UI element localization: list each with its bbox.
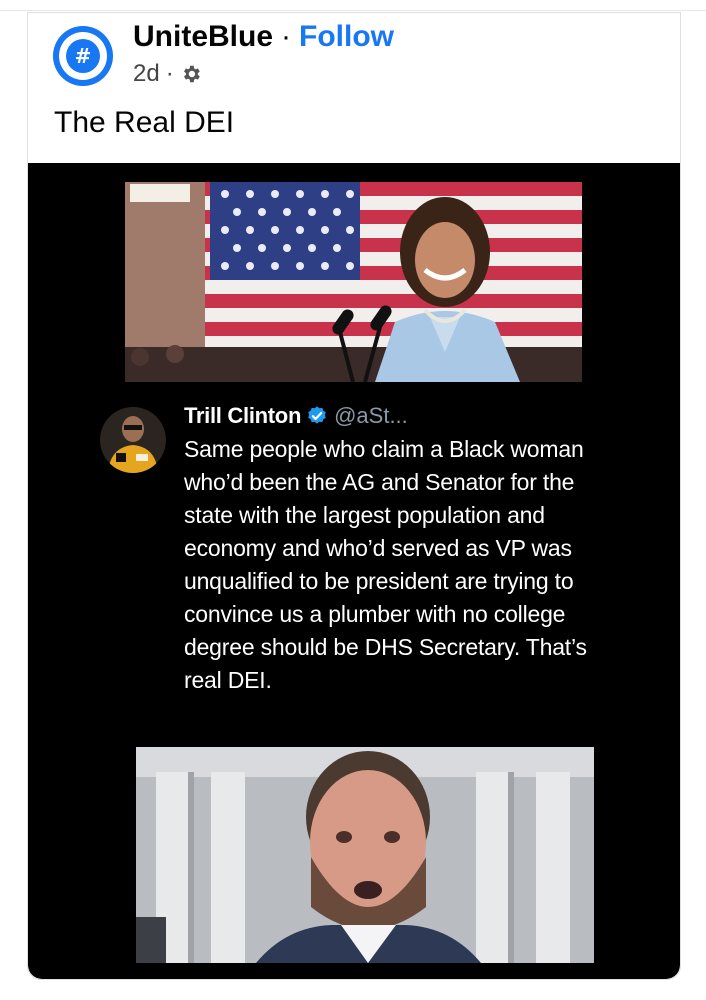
post-caption: The Real DEI xyxy=(54,106,235,139)
post-title-row: UniteBlue · Follow xyxy=(133,17,394,57)
follow-button[interactable]: Follow xyxy=(299,20,394,54)
post-timestamp[interactable]: 2d xyxy=(133,60,160,88)
speaker-photo xyxy=(125,182,582,382)
gear-icon[interactable] xyxy=(180,63,202,85)
tweet-author-avatar[interactable] xyxy=(100,407,166,473)
meta-separator: · xyxy=(165,60,174,87)
verified-badge-icon xyxy=(308,406,326,424)
tweet-header: Trill Clinton @aSt... xyxy=(184,401,408,431)
facebook-post-card: # UniteBlue · Follow 2d · The Real DEI T… xyxy=(27,12,681,980)
title-separator: · xyxy=(281,20,292,53)
post-meta: 2d · xyxy=(133,59,202,89)
group-hashtag-icon[interactable]: # xyxy=(53,26,113,86)
tweet-handle[interactable]: @aSt... xyxy=(334,403,408,429)
tweet-author-name[interactable]: Trill Clinton xyxy=(184,403,301,429)
tweet-body: Same people who claim a Black woman who’… xyxy=(184,436,587,693)
post-image[interactable]: Trill Clinton @aSt... Same people who cl… xyxy=(28,163,680,979)
top-divider xyxy=(0,10,706,11)
group-name[interactable]: UniteBlue xyxy=(133,20,273,54)
nominee-photo xyxy=(136,747,594,963)
post-header: # UniteBlue · Follow 2d · The Real DEI xyxy=(28,13,680,163)
